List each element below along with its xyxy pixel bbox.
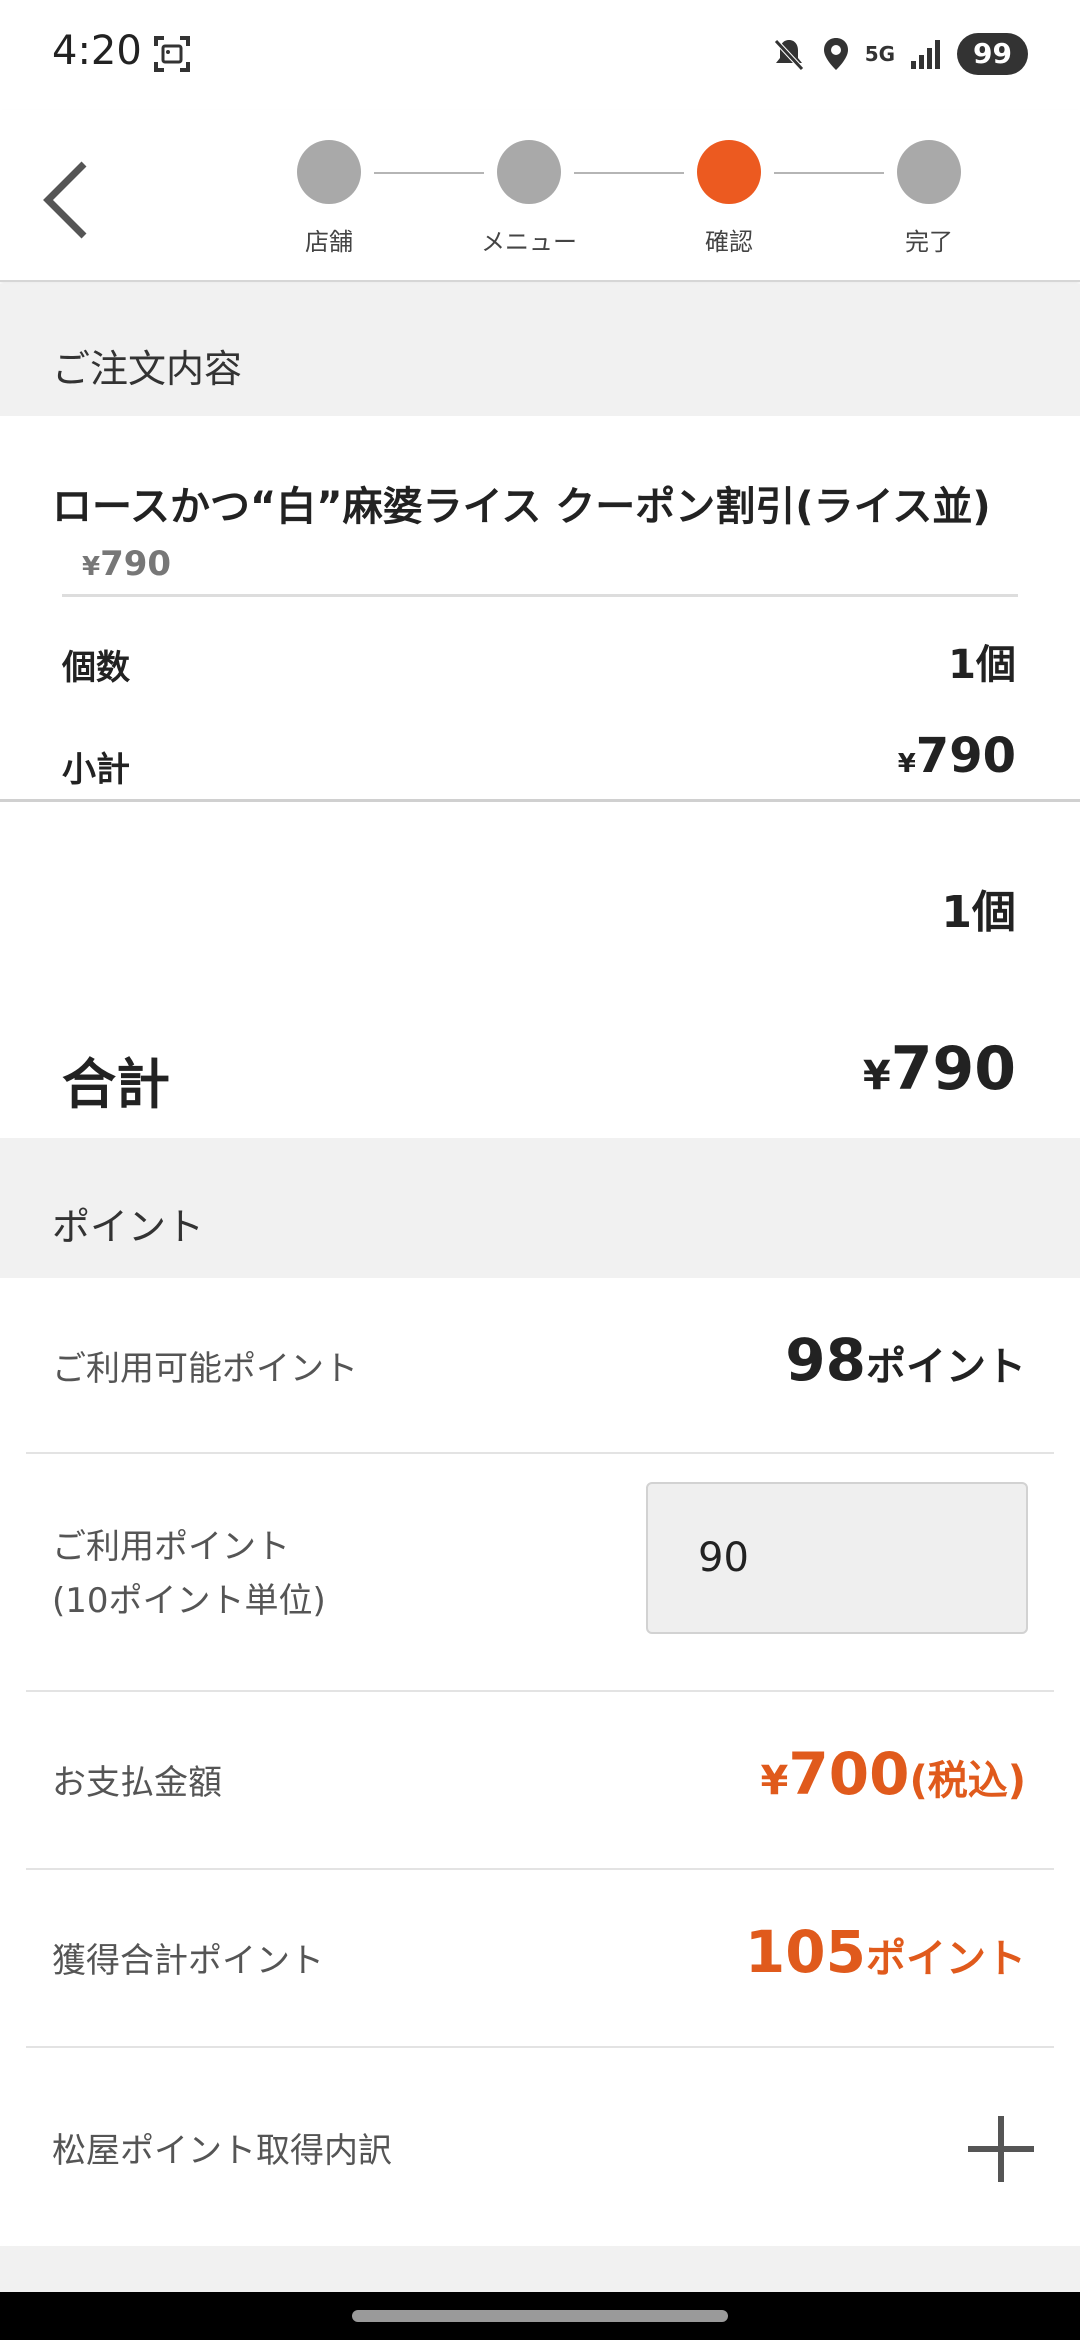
status-time: 4:20 (52, 28, 142, 74)
back-arrow-icon (43, 161, 87, 239)
home-gesture-handle[interactable] (352, 2310, 728, 2322)
expand-plus-icon[interactable] (968, 2116, 1034, 2182)
stepper-connector (574, 172, 684, 174)
step-complete: 完了 (869, 140, 989, 257)
order-section-title: ご注文内容 (52, 347, 243, 391)
step-confirm: 確認 (669, 140, 789, 257)
stepper-connector (374, 172, 484, 174)
tax-included-label: (税込) (909, 1758, 1026, 1804)
earned-points-label: 獲得合計ポイント (52, 1941, 324, 1981)
total-value: ¥790 (863, 1034, 1016, 1104)
subtotal-amount: 790 (915, 728, 1016, 784)
order-section-header: ご注文内容 (0, 284, 1080, 416)
subtotal-label: 小計 (62, 750, 130, 790)
step-label: 完了 (905, 228, 953, 256)
step-label: 確認 (705, 228, 753, 256)
points-unit: ポイント (866, 1936, 1026, 1982)
points-divider (26, 2046, 1054, 2048)
use-points-label-line2: (10ポイント単位) (52, 1581, 326, 1621)
order-item-price: ¥790 (82, 544, 171, 584)
status-bar: 4:20 5G 99 (0, 0, 1080, 110)
quantity-label: 個数 (62, 648, 130, 688)
earned-points-number: 105 (744, 1918, 866, 1986)
use-points-label: ご利用ポイント (10ポイント単位) (52, 1520, 326, 1628)
step-store: 店舗 (269, 140, 389, 257)
step-dot-active (697, 140, 761, 204)
step-label: 店舗 (305, 228, 353, 256)
available-points-number: 98 (785, 1326, 866, 1394)
quantity-value: 1個 (948, 642, 1016, 688)
order-item-name: ロースかつ“白”麻婆ライス クーポン割引(ライス並) (52, 484, 991, 530)
payment-amount-value: ¥700(税込) (761, 1740, 1026, 1808)
battery-indicator: 99 (957, 33, 1028, 75)
item-price-value: 790 (100, 544, 172, 584)
total-quantity: 1個 (941, 887, 1016, 938)
step-dot (497, 140, 561, 204)
stepper-connector (774, 172, 884, 174)
network-5g-label: 5G (864, 42, 896, 66)
bottom-spacer (0, 2246, 1080, 2294)
yen-symbol: ¥ (862, 1053, 891, 1099)
earned-points-value: 105ポイント (745, 1918, 1026, 1986)
order-divider (0, 799, 1080, 802)
subtotal-value: ¥790 (898, 728, 1016, 784)
total-label: 合計 (62, 1053, 170, 1116)
back-button[interactable] (30, 150, 100, 250)
points-unit: ポイント (866, 1344, 1026, 1390)
signal-icon (909, 37, 943, 71)
item-divider (62, 594, 1018, 597)
header: 店舗 メニュー 確認 完了 (0, 110, 1080, 282)
total-amount: 790 (890, 1034, 1016, 1104)
payment-amount-label: お支払金額 (52, 1763, 222, 1803)
available-points-label: ご利用可能ポイント (52, 1349, 358, 1389)
points-divider (26, 1868, 1054, 1870)
points-section-header: ポイント (0, 1138, 1080, 1278)
mute-icon (771, 36, 807, 72)
status-icons: 5G 99 (771, 30, 1028, 78)
step-dot (897, 140, 961, 204)
screenshot-icon (152, 34, 192, 74)
step-dot (297, 140, 361, 204)
points-divider (26, 1690, 1054, 1692)
use-points-input[interactable]: 90 (646, 1482, 1028, 1634)
yen-symbol: ¥ (82, 552, 101, 582)
yen-symbol: ¥ (760, 1758, 789, 1804)
points-section-title: ポイント (52, 1205, 205, 1249)
available-points-value: 98ポイント (785, 1326, 1026, 1394)
location-icon (821, 36, 851, 72)
use-points-label-line1: ご利用ポイント (52, 1527, 290, 1567)
step-menu: メニュー (469, 140, 589, 257)
yen-symbol: ¥ (897, 749, 916, 779)
payment-amount-number: 700 (788, 1740, 910, 1808)
step-label: メニュー (481, 228, 577, 256)
points-breakdown-label[interactable]: 松屋ポイント取得内訳 (52, 2124, 392, 2178)
points-divider (26, 1452, 1054, 1454)
